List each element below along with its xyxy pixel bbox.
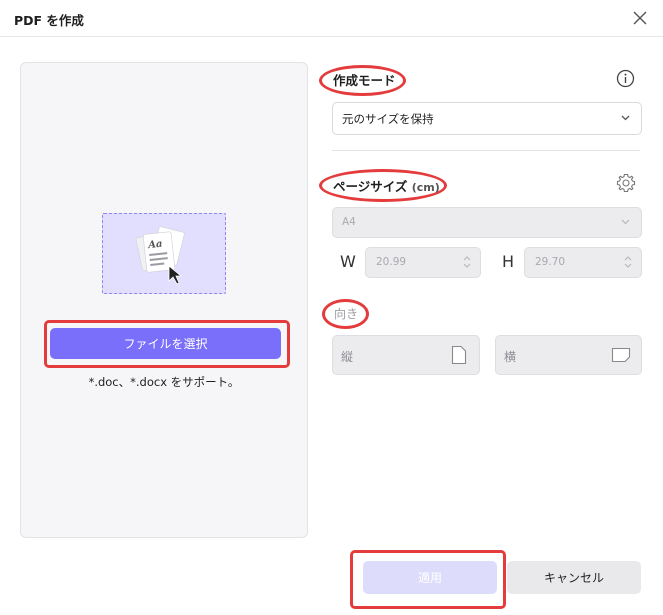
width-input[interactable]: 20.99 <box>365 247 481 278</box>
orientation-label: 向き <box>334 307 359 321</box>
page-size-label: ページサイズ (cm) <box>333 176 440 195</box>
height-label: H <box>502 252 515 271</box>
choose-file-button[interactable]: ファイルを選択 <box>50 328 281 359</box>
file-drop-zone[interactable]: Aa <box>102 213 226 294</box>
height-input[interactable]: 29.70 <box>524 247 642 278</box>
orientation-landscape-button[interactable]: 横 <box>495 335 642 375</box>
portrait-label: 縦 <box>341 350 354 364</box>
portrait-page-icon <box>451 345 467 365</box>
document-icon: Aa <box>135 226 185 285</box>
supported-formats-text: *.doc、*.docx をサポート。 <box>88 375 240 389</box>
chevron-down-icon <box>621 219 630 225</box>
creation-mode-select[interactable]: 元のサイズを保持 <box>332 102 642 135</box>
window-title: PDF を作成 <box>14 13 84 28</box>
orientation-portrait-button[interactable]: 縦 <box>332 335 480 375</box>
landscape-page-icon <box>611 347 631 363</box>
cancel-button[interactable]: キャンセル <box>507 561 641 594</box>
width-value: 20.99 <box>376 256 407 268</box>
creation-mode-value: 元のサイズを保持 <box>342 112 434 126</box>
page-size-select[interactable]: A4 <box>332 207 642 238</box>
stepper-icon[interactable] <box>623 253 633 271</box>
svg-text:Aa: Aa <box>147 239 163 252</box>
width-label: W <box>340 252 356 271</box>
landscape-label: 横 <box>504 350 517 364</box>
close-icon[interactable] <box>631 9 649 27</box>
gear-icon[interactable] <box>615 172 637 194</box>
page-size-value: A4 <box>342 216 356 228</box>
height-value: 29.70 <box>535 256 566 268</box>
apply-button[interactable]: 適用 <box>363 561 497 594</box>
chevron-down-icon <box>621 115 630 121</box>
stepper-icon[interactable] <box>462 253 472 271</box>
creation-mode-label: 作成モード <box>333 73 396 88</box>
section-divider <box>332 150 640 151</box>
upload-panel: Aa ファイルを選択 *.doc、*.docx をサポート。 <box>20 62 308 538</box>
title-bar: PDF を作成 <box>0 0 663 37</box>
page-size-label-text: ページサイズ <box>333 179 408 194</box>
page-size-unit: (cm) <box>411 181 440 194</box>
info-icon[interactable] <box>616 69 635 88</box>
